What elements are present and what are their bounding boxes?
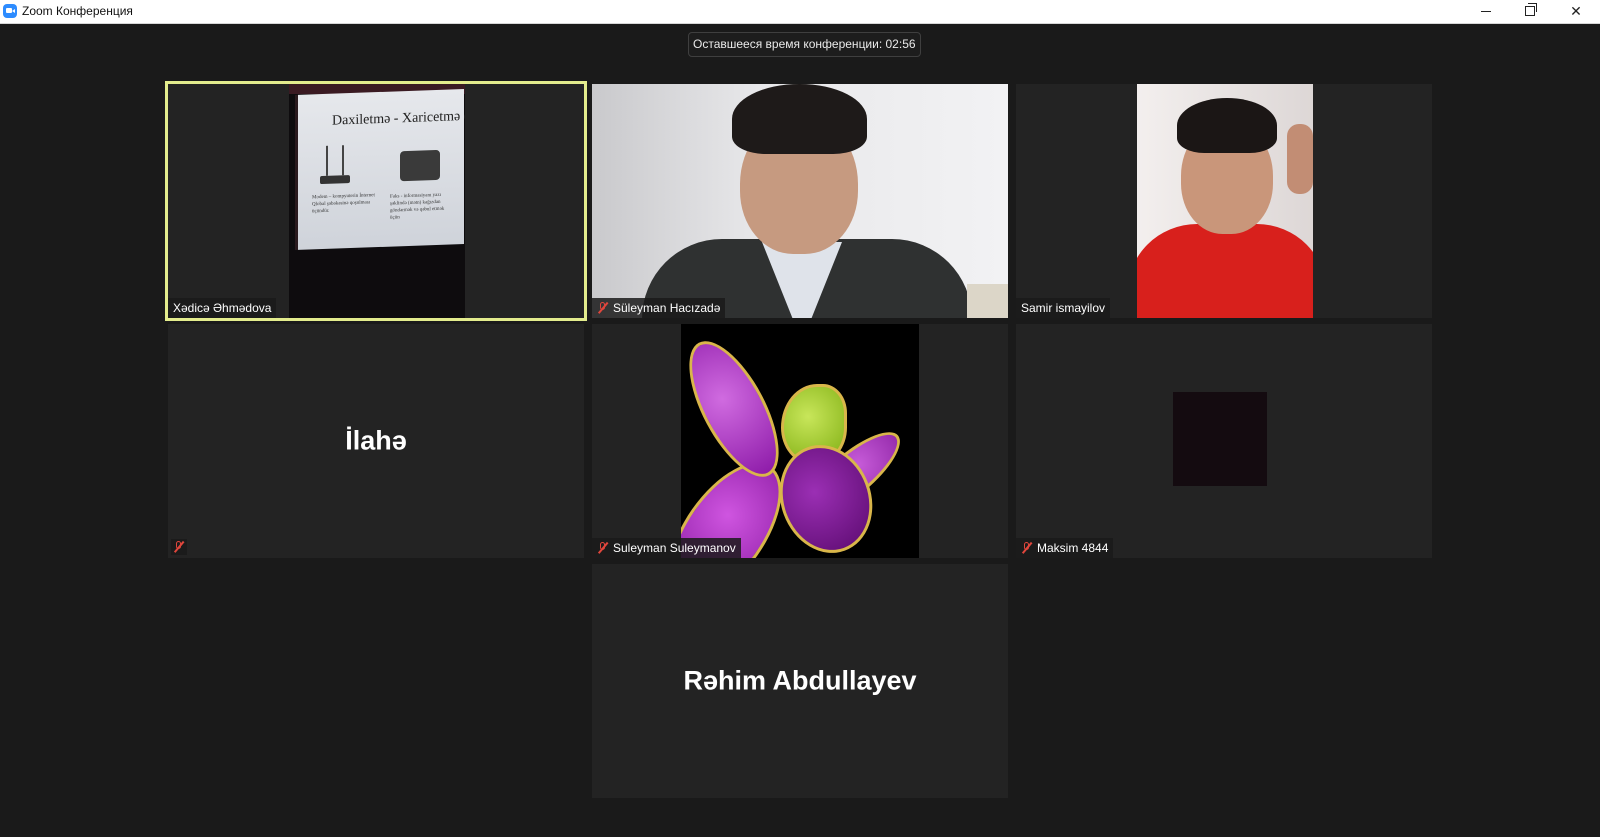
maximize-button[interactable] [1508,0,1552,22]
participant-name-tag: Maksim 4844 [1016,538,1114,558]
slide-text-left: Modem – kompyuterin İnternet Qlobal şəbə… [312,193,375,215]
muted-mic-icon [597,542,609,554]
muted-mic-icon [1021,542,1033,554]
participant-name-tag: Süleyman Hacızadə [592,298,726,318]
participant-tile-4[interactable]: İlahə [168,324,584,558]
remaining-time-indicator: Оставшееся время конференции: 02:56 [688,32,921,57]
video-person-hair [1177,98,1277,153]
participant-name-tag: Samir ismayilov [1016,298,1111,318]
fax-icon [400,149,440,182]
minimize-button[interactable] [1464,0,1508,22]
participant-tile-2[interactable]: Süleyman Hacızadə [592,84,1008,318]
slide-text-right: Faks - informasiyanı yazı şəklində (mətn… [390,192,445,221]
video-person-hair [732,84,867,154]
restore-icon [1525,3,1537,16]
participant-name: Samir ismayilov [1021,301,1106,315]
muted-mic-icon [173,541,185,553]
participant-tile-6[interactable]: Maksim 4844 [1016,324,1432,558]
zoom-app-icon [3,4,17,18]
participant-display-name: Rəhim Abdullayev [683,665,917,696]
participant-name: Suleyman Suleymanov [613,541,736,555]
participant-tile-7[interactable]: Rəhim Abdullayev [592,564,1008,798]
participant-name-tag: Suleyman Suleymanov [592,538,741,558]
slide-title: Daxiletmə - Xaricetmə q [332,108,465,129]
muted-mic-icon [597,302,609,314]
router-icon [320,145,350,184]
close-icon: ✕ [1570,2,1582,19]
window-title: Zoom Конференция [22,4,133,18]
window-titlebar: Zoom Конференция ✕ [0,0,1600,24]
video-background-object [967,284,1008,318]
video-person-hand [1287,124,1313,194]
participant-display-name: İlahə [345,425,407,456]
participant-video [1137,84,1313,318]
participant-video-thumbnail [1173,392,1267,486]
participant-tile-5[interactable]: Suleyman Suleymanov [592,324,1008,558]
close-button[interactable]: ✕ [1554,0,1598,22]
participant-name: Maksim 4844 [1037,541,1109,555]
participant-avatar-image [681,324,919,558]
minimize-icon [1481,10,1491,12]
mute-indicator [171,539,187,555]
participant-video [592,84,1008,318]
participant-tile-1[interactable]: Daxiletmə - Xaricetmə q Modem – kompyute… [165,81,587,321]
participant-name: Süleyman Hacızadə [613,301,721,315]
participant-name-tag: Xədicə Əhmədova [168,298,277,318]
video-person-body [1137,224,1313,318]
shared-slide-video: Daxiletmə - Xaricetmə q Modem – kompyute… [289,84,465,318]
projected-slide: Daxiletmə - Xaricetmə q Modem – kompyute… [295,89,465,250]
flower-petal [681,328,797,490]
participant-tile-3[interactable]: Samir ismayilov [1016,84,1432,318]
participant-name: Xədicə Əhmədova [173,301,272,315]
